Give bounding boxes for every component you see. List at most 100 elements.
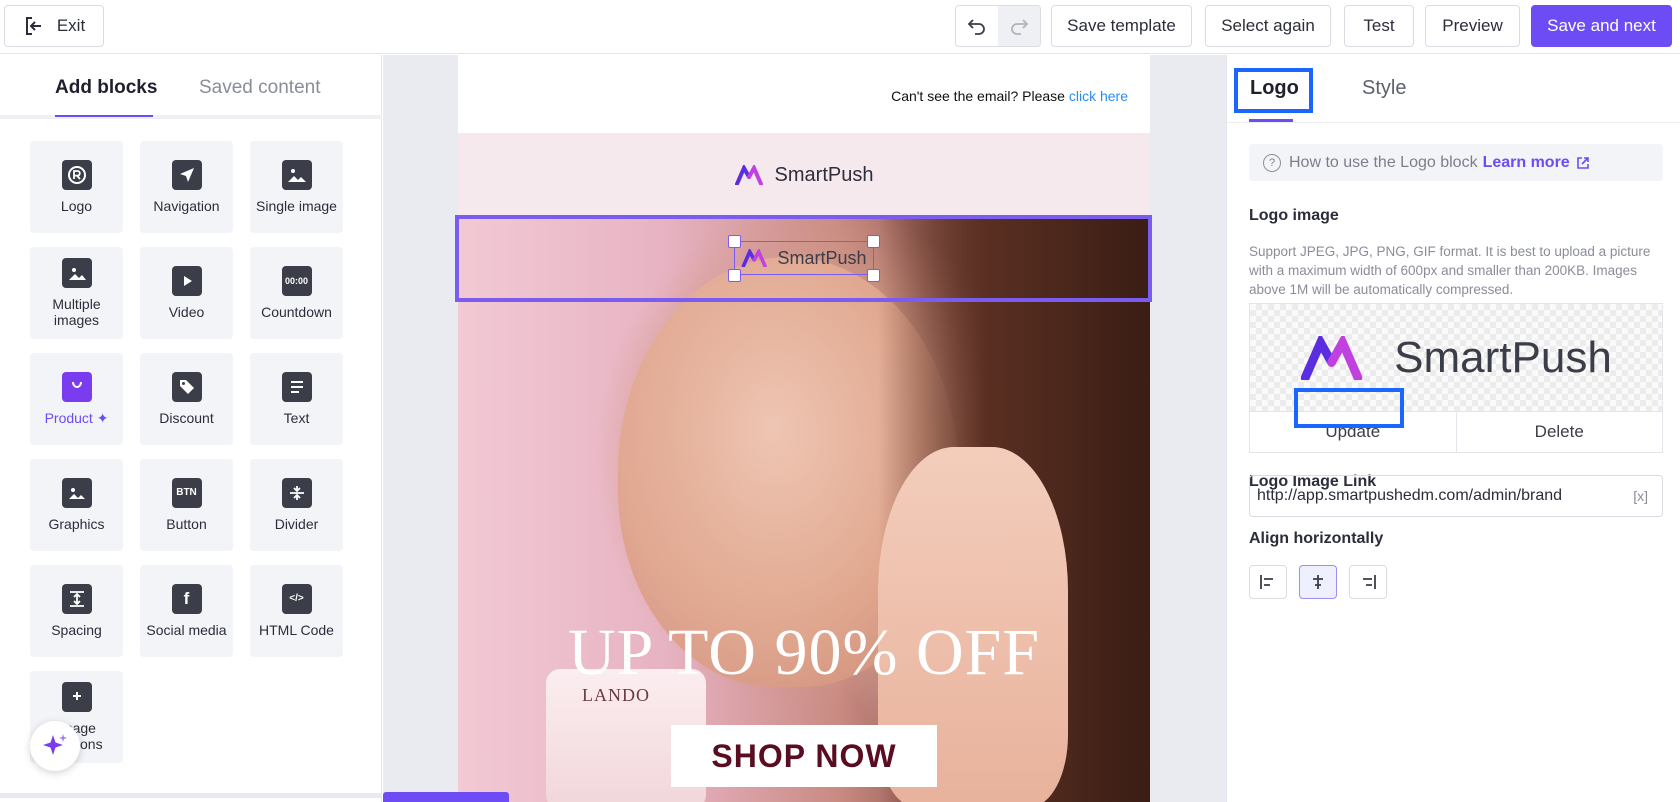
block-label: Multiple images: [52, 296, 101, 328]
redo-icon: [1011, 19, 1029, 35]
undo-redo-group: [955, 5, 1041, 47]
resize-handle-top-right[interactable]: [867, 235, 880, 248]
smartpush-logo-icon: [1300, 335, 1363, 380]
smartpush-logo-icon: [742, 249, 768, 267]
block-discount[interactable]: Discount: [140, 353, 233, 445]
align-right-button[interactable]: [1349, 565, 1387, 599]
email-preview: Can't see the email? Please click here S…: [458, 55, 1150, 802]
divider-icon: [281, 478, 312, 508]
resize-handle-bottom-left[interactable]: [728, 269, 741, 282]
block-label: Social media: [146, 622, 227, 638]
tab-style[interactable]: Style: [1362, 77, 1406, 100]
block-product[interactable]: Product ✦: [30, 353, 123, 445]
brand-name: SmartPush: [774, 163, 874, 186]
block-multiple-images[interactable]: Multiple images: [30, 247, 123, 339]
active-tab-indicator: [55, 115, 153, 117]
block-label: Button: [166, 516, 207, 532]
top-toolbar: Exit Save template Select again Test Pre…: [0, 0, 1680, 54]
shop-now-button[interactable]: SHOP NOW: [671, 725, 937, 787]
block-text[interactable]: Text: [250, 353, 343, 445]
block-label: Spacing: [51, 622, 102, 638]
save-template-button[interactable]: Save template: [1051, 5, 1192, 47]
images-icon: [61, 258, 92, 288]
smartpush-logo-icon: [734, 165, 763, 185]
block-label: HTML Code: [259, 622, 334, 638]
block-html-code[interactable]: </> HTML Code: [250, 565, 343, 657]
block-logo[interactable]: Logo: [30, 141, 123, 233]
logo-image-description: Support JPEG, JPG, PNG, GIF format. It i…: [1249, 244, 1651, 297]
highlight-logo-tab: [1234, 68, 1313, 113]
html-code-icon: </>: [281, 584, 312, 614]
block-countdown[interactable]: 00:00 Countdown: [250, 247, 343, 339]
align-left-icon: [1260, 575, 1273, 589]
tab-divider: [1227, 122, 1680, 123]
resize-handle-top-left[interactable]: [728, 235, 741, 248]
resize-handle-bottom-right[interactable]: [867, 269, 880, 282]
product-icon: [61, 372, 92, 402]
redo-button[interactable]: [998, 6, 1040, 46]
block-social-media[interactable]: f Social media: [140, 565, 233, 657]
preheader-link[interactable]: click here: [1069, 88, 1128, 104]
countdown-icon: 00:00: [281, 266, 312, 296]
help-banner: ? How to use the Logo block Learn more: [1249, 144, 1663, 181]
button-icon: BTN: [171, 478, 202, 508]
block-label: Graphics: [48, 516, 105, 532]
settings-panel: Logo Style ? How to use the Logo block L…: [1226, 55, 1680, 802]
image-icon: [281, 160, 312, 190]
navigation-icon: [171, 160, 202, 190]
image-captions-icon: [61, 682, 92, 712]
logo-link-input[interactable]: http://app.smartpushedm.com/admin/brand …: [1249, 475, 1663, 517]
block-label: Navigation: [153, 198, 220, 214]
blocks-tabs: Add blocks Saved content: [0, 55, 382, 119]
save-and-next-button[interactable]: Save and next: [1531, 5, 1672, 47]
hero-image[interactable]: [458, 217, 1150, 802]
undo-button[interactable]: [956, 6, 998, 46]
block-graphics[interactable]: Graphics: [30, 459, 123, 551]
block-divider[interactable]: Divider: [250, 459, 343, 551]
blocks-panel: Add blocks Saved content Logo Navigation…: [0, 55, 382, 802]
block-label: Text: [283, 410, 310, 426]
logo-image-title: Logo image: [1249, 207, 1339, 224]
insert-variable-button[interactable]: [x]: [1633, 488, 1648, 504]
block-label: Logo: [60, 198, 93, 214]
tab-add-blocks[interactable]: Add blocks: [55, 77, 157, 99]
preview-button[interactable]: Preview: [1425, 5, 1520, 47]
block-label: Divider: [274, 516, 319, 532]
sparkle-icon: ✦: [96, 410, 109, 426]
align-center-button[interactable]: [1299, 565, 1337, 599]
tab-saved-content[interactable]: Saved content: [199, 77, 320, 99]
logo-link-value: http://app.smartpushedm.com/admin/brand: [1257, 487, 1563, 504]
test-button[interactable]: Test: [1344, 5, 1414, 47]
block-spacing[interactable]: Spacing: [30, 565, 123, 657]
block-navigation[interactable]: Navigation: [140, 141, 233, 233]
header-logo-block[interactable]: SmartPush: [458, 133, 1150, 217]
ai-assistant-button[interactable]: [30, 721, 80, 771]
block-label: Discount: [159, 410, 214, 426]
delete-button[interactable]: Delete: [1455, 412, 1663, 452]
select-again-button[interactable]: Select again: [1205, 5, 1331, 47]
exit-icon: [25, 17, 41, 35]
block-single-image[interactable]: Single image: [250, 141, 343, 233]
canvas-bottom-tab[interactable]: [383, 792, 509, 802]
social-media-icon: f: [171, 584, 202, 614]
block-label: Video: [168, 304, 205, 320]
email-canvas: Can't see the email? Please click here S…: [383, 55, 1226, 802]
align-left-button[interactable]: [1249, 565, 1287, 599]
brand-logo: SmartPush: [734, 163, 874, 187]
video-icon: [171, 266, 202, 296]
preheader: Can't see the email? Please click here: [891, 88, 1128, 104]
logo-icon: [61, 160, 92, 190]
spacing-icon: [61, 584, 92, 614]
horizontal-scrollbar[interactable]: [0, 793, 381, 798]
sparkle-icon: [43, 734, 67, 755]
block-button[interactable]: BTN Button: [140, 459, 233, 551]
hero-headline: UP TO 90% OFF: [567, 616, 1041, 689]
undo-icon: [967, 19, 985, 35]
graphics-icon: [61, 478, 92, 508]
block-video[interactable]: Video: [140, 247, 233, 339]
preheader-text: Can't see the email? Please: [891, 88, 1065, 104]
exit-button[interactable]: Exit: [4, 5, 104, 47]
selected-logo-image[interactable]: SmartPush: [734, 241, 874, 275]
brand-name: SmartPush: [777, 247, 867, 268]
learn-more-link[interactable]: Learn more: [1483, 154, 1570, 172]
